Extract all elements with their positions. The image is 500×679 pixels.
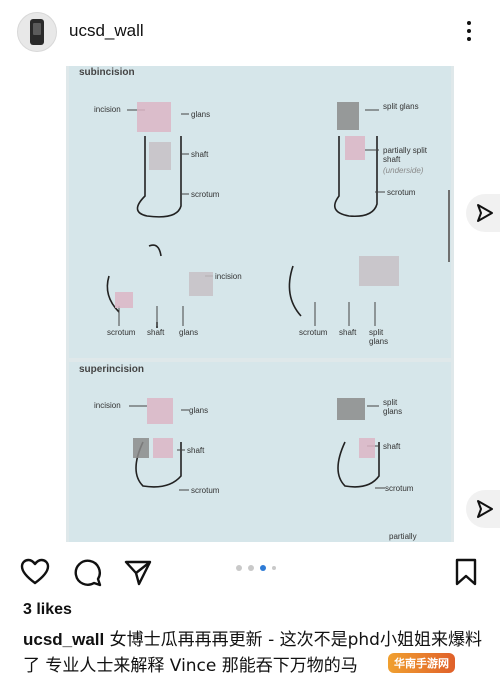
label-shaft: shaft [191, 150, 209, 159]
label-scrotum-bottom-left: scrotum [107, 328, 136, 337]
carousel-dot-active [260, 565, 266, 571]
send-icon [477, 500, 493, 518]
watermark-logo: 华南手游网 [388, 653, 455, 673]
label-scrotum-bottom-right: scrotum [299, 328, 328, 337]
label-shaft: shaft [187, 446, 205, 455]
label-shaft-bottom-left: shaft [147, 328, 165, 337]
label-shaft-bottom-right: shaft [339, 328, 357, 337]
label-glans: glans [189, 406, 209, 415]
comment-icon[interactable] [73, 557, 103, 587]
label-glans-bottom-left: glans [179, 328, 199, 337]
carousel-next-button[interactable] [466, 490, 500, 528]
censor-block [137, 102, 171, 132]
superincision-drawing [129, 405, 385, 491]
post-username[interactable]: ucsd_wall [69, 21, 144, 41]
label-shaft-right: shaft [383, 442, 401, 451]
label-scrotum: scrotum [191, 190, 220, 199]
label-partially: partially [389, 532, 417, 541]
post-header: ucsd_wall [0, 0, 500, 66]
carousel-dot [248, 565, 254, 571]
label-scrotum: scrotum [191, 486, 220, 495]
label-glans: glans [191, 110, 211, 119]
likes-count[interactable]: 3 likes [23, 601, 72, 619]
action-bar [0, 548, 500, 594]
censor-block [115, 292, 133, 308]
diagram-image: subincision incision glans shaft scrotum… [66, 66, 454, 542]
label-split-glans: split glans [383, 398, 403, 416]
send-icon [477, 204, 493, 222]
censor-block [345, 136, 365, 160]
superincision-panel: superincision incision glans shaft scrot… [69, 362, 451, 542]
label-incision: incision [94, 401, 121, 410]
carousel-dot [236, 565, 242, 571]
label-split-glans: split glans [383, 102, 419, 111]
caption-username[interactable]: ucsd_wall [23, 630, 104, 649]
heart-icon[interactable] [20, 557, 50, 587]
censor-block [133, 438, 149, 458]
subincision-panel: subincision incision glans shaft scrotum… [69, 66, 451, 358]
label-underside: (underside) [383, 166, 424, 175]
bookmark-icon[interactable] [451, 557, 481, 587]
label-partially-split-shaft: partially split shaft [383, 146, 428, 164]
label-scrotum-right: scrotum [385, 484, 414, 493]
censor-block [337, 102, 359, 130]
censor-block [359, 256, 399, 286]
censor-block [337, 398, 365, 420]
censor-block [147, 398, 173, 424]
censor-block [189, 272, 213, 296]
censor-block [149, 142, 171, 170]
censor-block [153, 438, 173, 458]
label-incision-middle: incision [215, 272, 242, 281]
post-media[interactable]: subincision incision glans shaft scrotum… [66, 66, 454, 542]
avatar[interactable] [17, 12, 57, 52]
image-scrollbar [448, 190, 450, 262]
censor-block [359, 438, 375, 458]
label-split-glans-bottom-right: split glans [369, 328, 389, 346]
label-scrotum-right: scrotum [387, 188, 416, 197]
carousel-next-button[interactable] [466, 194, 500, 232]
carousel-dot [272, 566, 276, 570]
label-incision: incision [94, 105, 121, 114]
phone-icon [30, 19, 44, 45]
share-icon[interactable] [123, 557, 153, 587]
more-icon[interactable] [466, 21, 472, 45]
